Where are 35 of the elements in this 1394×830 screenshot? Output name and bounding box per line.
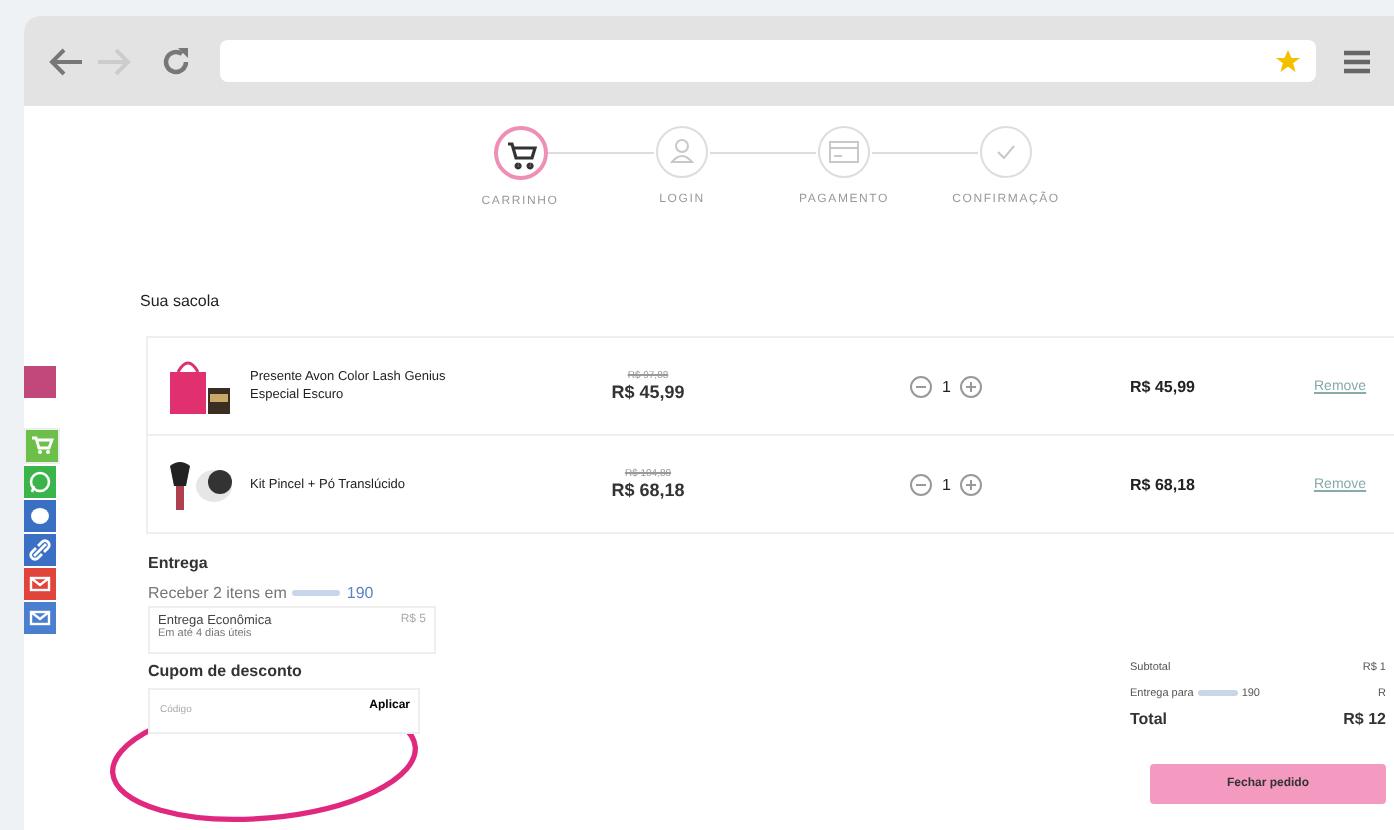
star-icon[interactable] xyxy=(1276,49,1300,73)
product-image xyxy=(166,356,234,416)
back-icon[interactable] xyxy=(48,47,84,75)
share-button[interactable] xyxy=(24,568,56,600)
plus-icon[interactable] xyxy=(960,375,983,397)
section-title: Cupom de desconto xyxy=(148,662,304,680)
chat-icon xyxy=(26,468,54,496)
line-total: R$ 68,18 xyxy=(1130,475,1197,493)
section-title: Sua sacola xyxy=(140,292,222,310)
delivery-text: Receber 2 itens em xyxy=(148,584,287,602)
total-label: Total xyxy=(1130,710,1168,728)
total-value: R$ 12 xyxy=(1343,710,1386,728)
redacted-text xyxy=(292,590,341,596)
minus-icon[interactable] xyxy=(910,375,932,397)
menu-icon[interactable] xyxy=(1344,49,1370,73)
redacted-text xyxy=(1197,690,1238,696)
share-button[interactable] xyxy=(24,428,60,464)
quantity: 1 xyxy=(942,377,951,395)
speech-bubble-icon xyxy=(26,502,54,530)
share-button[interactable] xyxy=(24,466,56,498)
zip-text: 190 xyxy=(346,584,374,602)
minus-icon[interactable] xyxy=(910,473,932,495)
reload-icon[interactable] xyxy=(160,45,192,77)
section-title: Entrega xyxy=(148,554,210,572)
line-total: R$ 45,99 xyxy=(1130,377,1197,395)
share-button[interactable] xyxy=(24,500,56,532)
cart-icon xyxy=(28,432,56,460)
quantity: 1 xyxy=(942,475,951,493)
step-circle[interactable] xyxy=(493,126,547,180)
price: R$ 68,18 xyxy=(611,480,685,500)
plus-icon[interactable] xyxy=(960,473,983,495)
share-button[interactable] xyxy=(24,602,56,634)
share-button[interactable] xyxy=(24,534,56,566)
link-icon xyxy=(26,536,54,564)
price: R$ 45,99 xyxy=(611,382,685,402)
